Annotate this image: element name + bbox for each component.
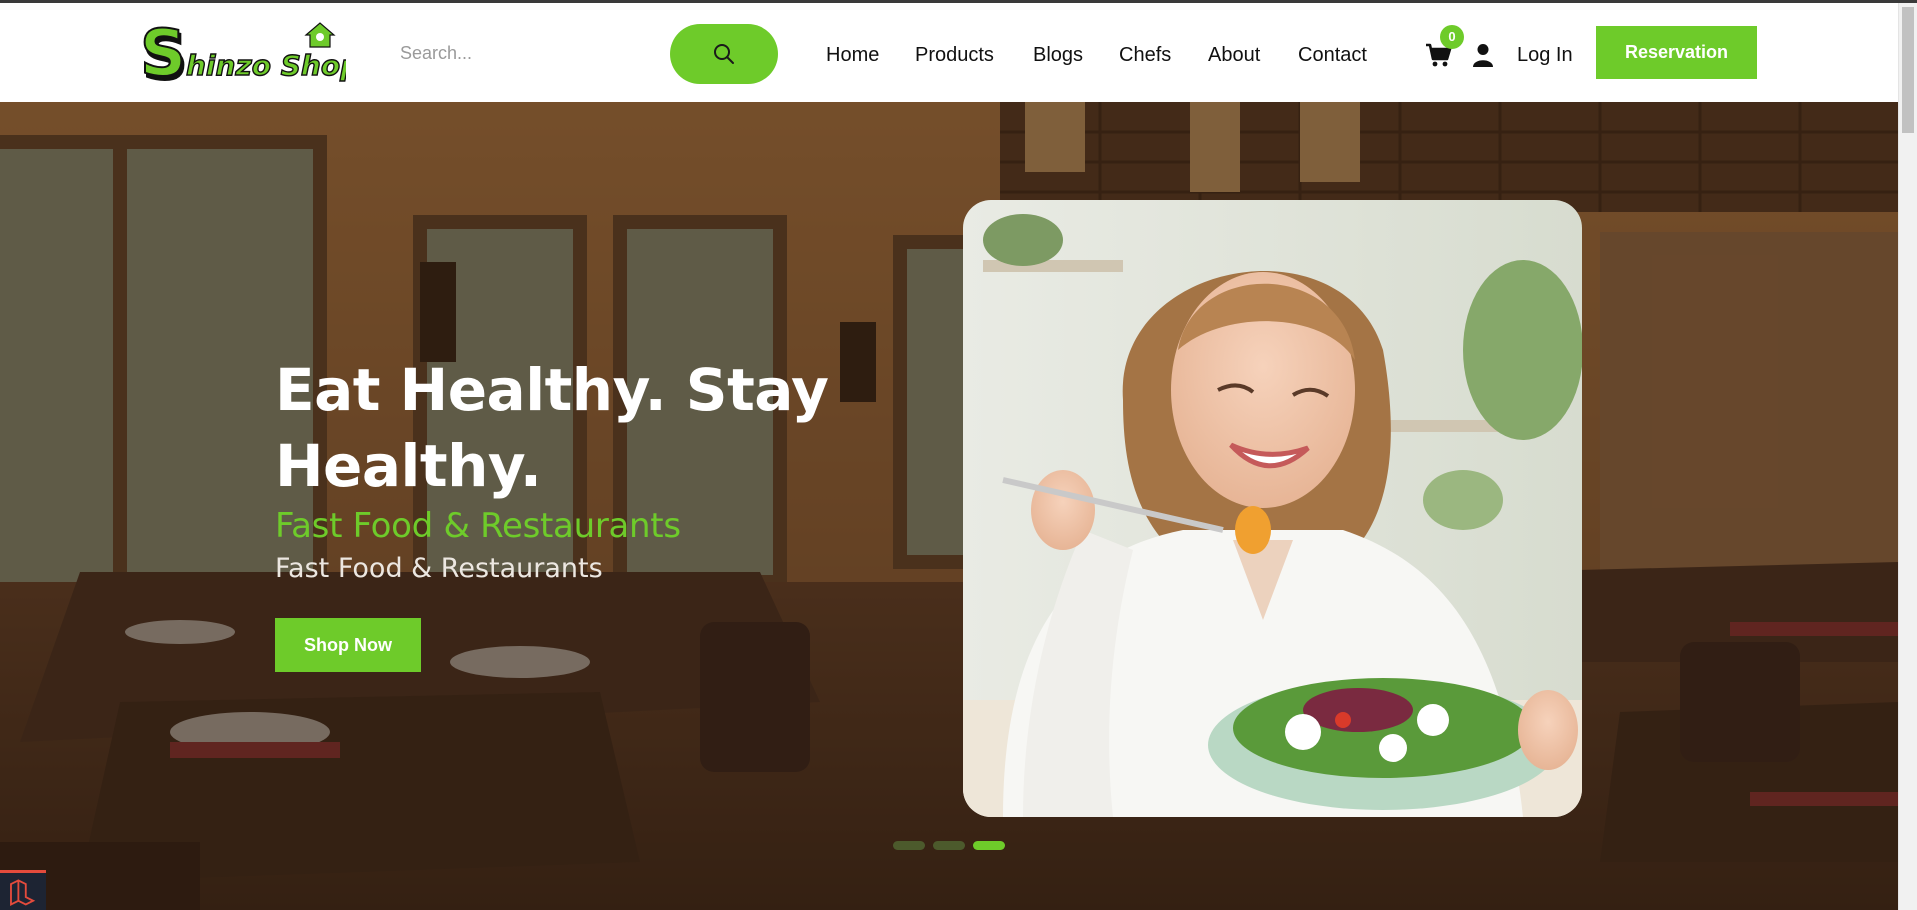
nav-products[interactable]: Products [915,25,994,85]
reservation-button[interactable]: Reservation [1596,26,1757,79]
nav-chefs[interactable]: Chefs [1119,25,1171,85]
cart-count-badge: 0 [1440,25,1464,49]
search-input[interactable] [386,23,666,83]
slider-dot-3-active[interactable] [973,841,1005,850]
hero-subtitle: Fast Food & Restaurants [275,506,681,546]
slider-dot-2[interactable] [933,841,965,850]
hero-title: Eat Healthy. Stay Healthy. [275,356,829,500]
scrollbar-thumb[interactable] [1902,7,1914,133]
page-scrollbar[interactable] [1898,3,1917,910]
laravel-debug-icon[interactable] [0,870,46,910]
nav-contact[interactable]: Contact [1298,25,1367,85]
nav-blogs[interactable]: Blogs [1033,25,1083,85]
slider-dots [893,841,1013,851]
shinzo-shop-logo[interactable]: S S hinzo Shop [140,17,346,85]
shop-now-button[interactable]: Shop Now [275,618,421,672]
site-header: S S hinzo Shop Home Products Blogs Chefs… [0,3,1898,102]
svg-text:S: S [140,17,186,85]
user-icon[interactable] [1472,43,1494,67]
search-button[interactable] [670,24,778,84]
search-icon [714,44,734,64]
woman-eating-salad-image [963,200,1582,817]
hero-banner: Eat Healthy. Stay Healthy. Fast Food & R… [0,102,1898,910]
login-link[interactable]: Log In [1517,25,1573,85]
slider-dot-1[interactable] [893,841,925,850]
svg-text:hinzo Shop: hinzo Shop [186,49,346,82]
nav-home[interactable]: Home [826,25,879,85]
hero-subtitle-secondary: Fast Food & Restaurants [275,553,603,584]
nav-about[interactable]: About [1208,25,1260,85]
